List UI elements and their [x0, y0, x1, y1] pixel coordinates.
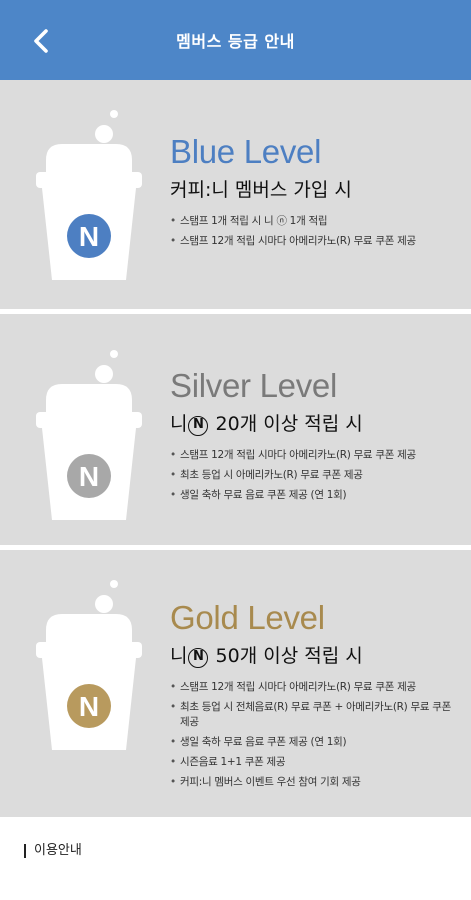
- benefit-item: 스탬프 1개 적립 시 니 ⓝ 1개 적립: [170, 214, 455, 229]
- benefit-item: 스탬프 12개 적립 시마다 아메리카노(R) 무료 쿠폰 제공: [170, 234, 455, 249]
- cup-badge-letter: N: [79, 691, 99, 722]
- tier-card-silver: N Silver Level 니N 20개 이상 적립 시 스탬프 12개 적립…: [0, 314, 471, 550]
- n-badge-icon: N: [188, 648, 209, 668]
- cup-badge-letter: N: [79, 461, 99, 492]
- benefit-item: 생일 축하 무료 음료 쿠폰 제공 (연 1회): [170, 735, 455, 750]
- cup-badge-letter: N: [79, 221, 99, 252]
- benefit-item: 커피:니 멤버스 이벤트 우선 참여 기회 제공: [170, 775, 455, 790]
- benefit-item: 생일 축하 무료 음료 쿠폰 제공 (연 1회): [170, 488, 455, 503]
- condition-suffix: 50개 이상 적립 시: [215, 645, 363, 667]
- condition-prefix: 니: [170, 645, 188, 667]
- benefit-list: 스탬프 12개 적립 시마다 아메리카노(R) 무료 쿠폰 제공 최초 등업 시…: [170, 680, 455, 790]
- benefit-item: 최초 등업 시 전체음료(R) 무료 쿠폰 + 아메리카노(R) 무료 쿠폰 제…: [170, 700, 455, 730]
- usage-guide-title: 이용안내: [24, 844, 82, 858]
- level-title: Blue Level: [170, 133, 322, 170]
- benefit-item: 시즌음료 1+1 쿠폰 제공: [170, 755, 455, 770]
- condition-suffix: 20개 이상 적립 시: [215, 413, 363, 435]
- level-condition: 니N 20개 이상 적립 시: [170, 410, 455, 438]
- benefit-item: 최초 등업 시 아메리카노(R) 무료 쿠폰 제공: [170, 468, 455, 483]
- cup-icon: N: [36, 110, 142, 280]
- benefit-list: 스탬프 1개 적립 시 니 ⓝ 1개 적립 스탬프 12개 적립 시마다 아메리…: [170, 214, 455, 249]
- benefit-item: 스탬프 12개 적립 시마다 아메리카노(R) 무료 쿠폰 제공: [170, 680, 455, 695]
- benefit-item: 스탬프 12개 적립 시마다 아메리카노(R) 무료 쿠폰 제공: [170, 448, 455, 463]
- level-condition: 니N 50개 이상 적립 시: [170, 642, 455, 670]
- cup-icon: N: [36, 580, 142, 750]
- level-title: Gold Level: [170, 599, 325, 636]
- cup-icon: N: [36, 350, 142, 520]
- benefit-list: 스탬프 12개 적립 시마다 아메리카노(R) 무료 쿠폰 제공 최초 등업 시…: [170, 448, 455, 503]
- top-bar: 멤버스 등급 안내: [0, 0, 471, 80]
- n-badge-icon: N: [188, 416, 209, 436]
- condition-prefix: 니: [170, 413, 188, 435]
- level-condition: 커피:니 멤버스 가입 시: [170, 179, 352, 201]
- tier-card-gold: N Gold Level 니N 50개 이상 적립 시 스탬프 12개 적립 시…: [0, 550, 471, 822]
- tier-list: N Blue Level 커피:니 멤버스 가입 시 스탬프 1개 적립 시 니…: [0, 80, 471, 822]
- page-title: 멤버스 등급 안내: [176, 32, 295, 51]
- usage-guide-section: 이용안내: [0, 822, 471, 900]
- tier-card-blue: N Blue Level 커피:니 멤버스 가입 시 스탬프 1개 적립 시 니…: [0, 80, 471, 314]
- level-title: Silver Level: [170, 367, 337, 404]
- chevron-left-icon: [34, 29, 48, 53]
- back-button[interactable]: [26, 26, 56, 56]
